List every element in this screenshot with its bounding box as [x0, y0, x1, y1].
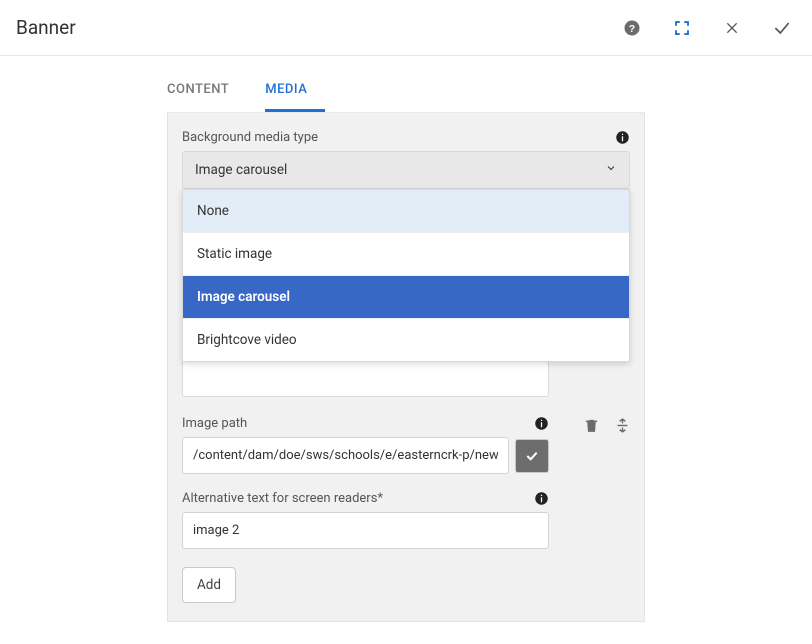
- bg-media-dropdown: None Static image Image carousel Brightc…: [182, 189, 630, 362]
- tab-media[interactable]: MEDIA: [265, 68, 325, 112]
- pathfield-confirm-button[interactable]: [515, 439, 549, 473]
- obscured-input[interactable]: [182, 359, 549, 397]
- option-image-carousel[interactable]: Image carousel: [183, 275, 629, 318]
- chevron-down-icon: [605, 162, 617, 178]
- bg-media-select[interactable]: Image carousel: [182, 151, 630, 189]
- alt-text-label: Alternative text for screen readers*: [182, 491, 383, 506]
- dialog-panel: CONTENT MEDIA Background media type Imag…: [167, 68, 645, 622]
- info-icon[interactable]: [614, 129, 630, 145]
- dialog-title: Banner: [16, 16, 76, 39]
- option-static-image[interactable]: Static image: [183, 232, 629, 275]
- tab-bar: CONTENT MEDIA: [167, 68, 645, 113]
- image-path-label: Image path: [182, 416, 247, 431]
- tab-content[interactable]: CONTENT: [167, 68, 247, 112]
- close-icon[interactable]: [718, 14, 746, 42]
- image-item: Image path Alternative text for s: [182, 415, 630, 549]
- option-none[interactable]: None: [183, 190, 629, 232]
- option-brightcove-video[interactable]: Brightcove video: [183, 318, 629, 361]
- form-body: Background media type Image carousel Non…: [167, 113, 645, 622]
- image-path-input[interactable]: [182, 437, 509, 474]
- confirm-icon[interactable]: [768, 14, 796, 42]
- alt-text-input[interactable]: [182, 512, 549, 549]
- help-icon[interactable]: ?: [618, 14, 646, 42]
- fullscreen-icon[interactable]: [668, 14, 696, 42]
- bg-media-label-row: Background media type: [182, 129, 630, 145]
- header-actions: ?: [618, 14, 796, 42]
- info-icon[interactable]: [533, 415, 549, 431]
- bg-media-selected-value: Image carousel: [195, 162, 287, 178]
- dialog-header: Banner ?: [0, 0, 812, 56]
- add-button[interactable]: Add: [182, 567, 236, 603]
- svg-text:?: ?: [629, 22, 635, 34]
- reorder-icon[interactable]: [614, 417, 631, 438]
- delete-icon[interactable]: [583, 417, 600, 438]
- bg-media-label: Background media type: [182, 130, 318, 145]
- info-icon[interactable]: [533, 490, 549, 506]
